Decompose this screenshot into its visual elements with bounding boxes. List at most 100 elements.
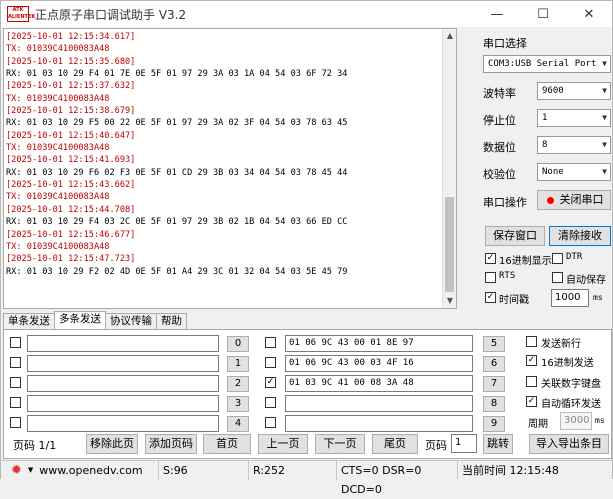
auto-save-checkbox[interactable]	[552, 272, 563, 283]
receive-scrollbar[interactable]: ▲ ▼	[442, 29, 456, 308]
link-keyboard-checkbox[interactable]	[526, 376, 537, 387]
remove-page-button[interactable]: 移除此页	[86, 434, 138, 454]
right-row-checkbox[interactable]	[265, 357, 276, 368]
log-line: [2025-10-01 12:15:37.632]	[6, 81, 136, 92]
page-input[interactable]: 1	[451, 434, 477, 453]
dropdown-icon[interactable]: ▼	[28, 461, 33, 480]
send-newline-checkbox[interactable]	[526, 336, 537, 347]
received-count: R:252	[249, 461, 337, 480]
tab-protocol[interactable]: 协议传输	[105, 313, 157, 329]
port-select-label: 串口选择	[483, 37, 527, 50]
chevron-down-icon: ▼	[602, 86, 607, 95]
left-row-input[interactable]	[27, 375, 219, 392]
hex-display-checkbox[interactable]: ✓	[485, 253, 496, 264]
receive-area[interactable]: [2025-10-01 12:15:34.617] TX: 01039C41000…	[3, 28, 457, 309]
left-row-checkbox[interactable]	[10, 377, 21, 388]
website-link[interactable]: www.openedv.com	[39, 461, 142, 480]
left-row-input[interactable]	[27, 355, 219, 372]
maximize-button[interactable]: ☐	[520, 1, 566, 27]
tab-single-send[interactable]: 单条发送	[3, 313, 55, 329]
last-page-button[interactable]: 尾页	[372, 434, 418, 454]
hex-display-label: 16进制显示	[499, 256, 552, 267]
close-port-button[interactable]: 关闭串口	[537, 190, 611, 210]
parity-select[interactable]: None ▼	[537, 163, 611, 181]
send-row-button[interactable]: 0	[227, 336, 249, 352]
clear-receive-button[interactable]: 清除接收	[549, 226, 611, 246]
minimize-button[interactable]: —	[474, 1, 520, 27]
import-export-button[interactable]: 导入导出条目	[529, 434, 609, 454]
sent-count: S:96	[159, 461, 249, 480]
left-row-checkbox[interactable]	[10, 337, 21, 348]
log-line: TX: 01039C4100083A48	[6, 241, 110, 252]
right-row-input[interactable]	[285, 395, 473, 412]
link-keyboard-label: 关联数字键盘	[541, 379, 601, 390]
log-line: [2025-10-01 12:15:44.708]	[6, 204, 136, 215]
left-row-input[interactable]	[27, 415, 219, 432]
first-page-button[interactable]: 首页	[203, 434, 251, 454]
timestamp-checkbox[interactable]: ✓	[485, 292, 496, 303]
tab-multi-send[interactable]: 多条发送	[54, 311, 106, 329]
right-row-input[interactable]: 01 06 9C 43 00 01 8E 97	[285, 335, 473, 352]
close-button[interactable]: ✕	[566, 1, 612, 27]
tab-help[interactable]: 帮助	[156, 313, 187, 329]
gear-icon[interactable]: ✹	[11, 461, 22, 480]
send-row-button[interactable]: 4	[227, 416, 249, 432]
log-line: RX: 01 03 10 29 F4 01 7E 0E 5F 01 97 29 …	[6, 69, 348, 80]
scroll-down-icon[interactable]: ▼	[443, 294, 456, 308]
right-row-checkbox[interactable]: ✓	[265, 377, 276, 388]
left-row-checkbox[interactable]	[10, 397, 21, 408]
send-row-button[interactable]: 1	[227, 356, 249, 372]
auto-loop-checkbox[interactable]: ✓	[526, 396, 537, 407]
left-row-checkbox[interactable]	[10, 357, 21, 368]
send-row-button[interactable]: 5	[483, 336, 505, 352]
log-line: RX: 01 03 10 29 F5 00 22 0E 5F 01 97 29 …	[6, 118, 348, 129]
scroll-up-icon[interactable]: ▲	[443, 29, 456, 43]
send-row-button[interactable]: 7	[483, 376, 505, 392]
port-op-label: 串口操作	[483, 196, 527, 209]
baud-select[interactable]: 9600 ▼	[537, 82, 611, 100]
jump-button[interactable]: 跳转	[483, 434, 513, 454]
log-line: [2025-10-01 12:15:40.647]	[6, 130, 136, 141]
hex-send-checkbox[interactable]: ✓	[526, 355, 537, 366]
send-row-button[interactable]: 6	[483, 356, 505, 372]
add-page-button[interactable]: 添加页码	[145, 434, 197, 454]
status-url-cell: ✹ ▼ www.openedv.com	[1, 461, 159, 480]
send-row-button[interactable]: 8	[483, 396, 505, 412]
port-select[interactable]: COM3:USB Serial Port ▼	[483, 55, 611, 73]
right-row-checkbox[interactable]	[265, 337, 276, 348]
send-row-button[interactable]: 3	[227, 396, 249, 412]
save-window-button[interactable]: 保存窗口	[485, 226, 545, 246]
send-newline-label: 发送新行	[541, 339, 581, 350]
baud-label: 波特率	[483, 87, 516, 100]
log-line: TX: 01039C4100083A48	[6, 192, 110, 203]
timestamp-label: 时间戳	[499, 295, 529, 306]
scroll-thumb[interactable]	[445, 197, 454, 292]
log-line: [2025-10-01 12:15:41.693]	[6, 155, 136, 166]
settings-panel: 串口选择 COM3:USB Serial Port ▼ 波特率 9600 ▼ 停止位…	[479, 28, 613, 311]
rts-checkbox[interactable]	[485, 272, 496, 283]
right-row-input[interactable]: 01 06 9C 43 00 03 4F 16	[285, 355, 473, 372]
left-row-input[interactable]	[27, 335, 219, 352]
data-bits-select[interactable]: 8 ▼	[537, 136, 611, 154]
send-row-button[interactable]: 9	[483, 416, 505, 432]
stop-bits-select[interactable]: 1 ▼	[537, 109, 611, 127]
right-row-checkbox[interactable]	[265, 397, 276, 408]
right-row-input[interactable]	[285, 415, 473, 432]
right-row-checkbox[interactable]	[265, 417, 276, 428]
period-input[interactable]: 3000	[560, 412, 592, 430]
page-input-label: 页码	[425, 439, 447, 452]
current-time: 当前时间 12:15:48	[462, 464, 559, 477]
data-bits-label: 数据位	[483, 141, 516, 154]
send-row-button[interactable]: 2	[227, 376, 249, 392]
right-row-input[interactable]: 01 03 9C 41 00 08 3A 48	[285, 375, 473, 392]
next-page-button[interactable]: 下一页	[315, 434, 365, 454]
left-row-checkbox[interactable]	[10, 417, 21, 428]
timestamp-interval-input[interactable]: 1000	[551, 289, 589, 307]
left-row-input[interactable]	[27, 395, 219, 412]
auto-save-label: 自动保存	[566, 275, 606, 286]
prev-page-button[interactable]: 上一页	[258, 434, 308, 454]
auto-loop-label: 自动循环发送	[541, 399, 601, 410]
stop-bits-label: 停止位	[483, 114, 516, 127]
period-unit: ms	[595, 416, 605, 425]
dtr-checkbox[interactable]	[552, 253, 563, 264]
